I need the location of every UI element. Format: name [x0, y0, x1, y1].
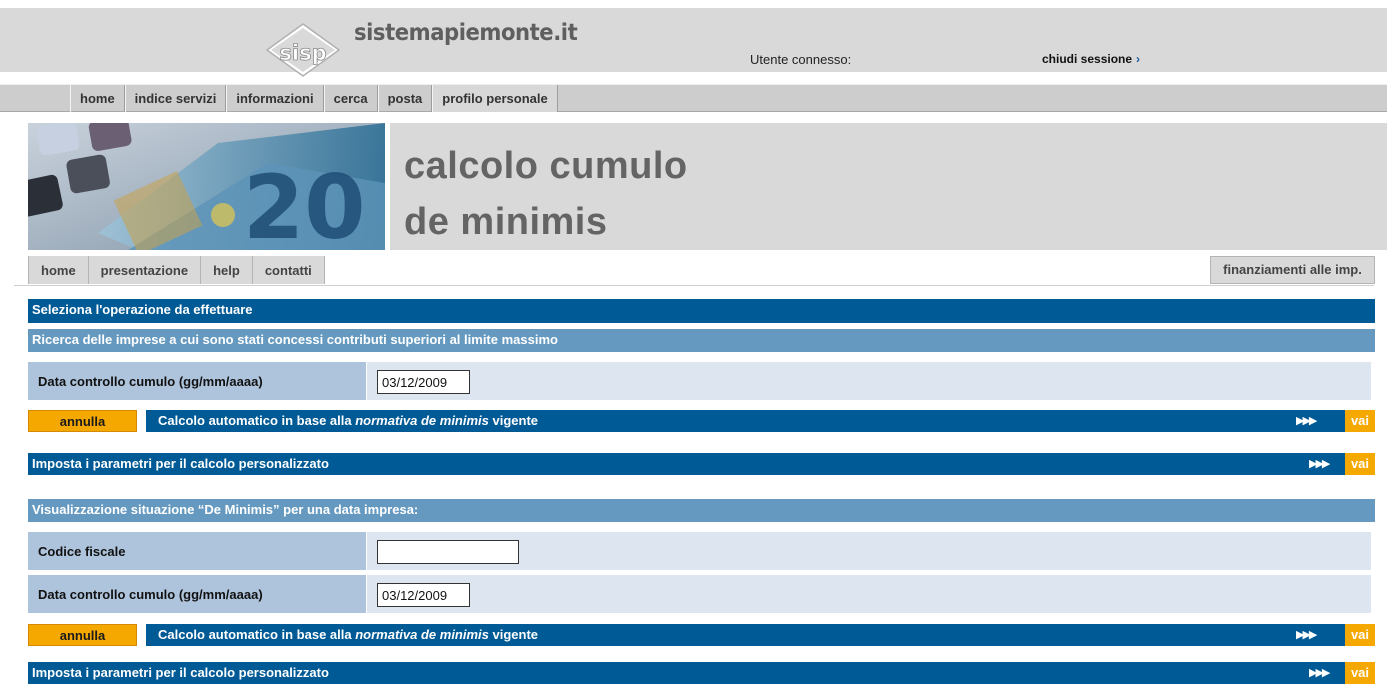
auto-calc-emphasis: normativa de minimis: [355, 627, 489, 642]
view-date-row: Data controllo cumulo (gg/mm/aaaa): [28, 575, 1371, 613]
divider: [14, 285, 1374, 286]
search-cancel-button[interactable]: annulla: [28, 410, 137, 432]
auto-calc-emphasis: normativa de minimis: [355, 413, 489, 428]
logo-text: sisp: [279, 41, 326, 65]
view-auto-calc-text: Calcolo automatico in base alla normativ…: [158, 627, 538, 642]
search-auto-calc-go-button[interactable]: vai: [1345, 410, 1375, 432]
section-header-text: Seleziona l'operazione da effettuare: [32, 302, 253, 317]
logout-label: chiudi sessione: [1042, 52, 1133, 66]
nav-informazioni[interactable]: informazioni: [226, 85, 324, 112]
view-auto-calc-go-button[interactable]: vai: [1345, 624, 1375, 646]
banknotes-calculator-illustration: 20: [28, 123, 385, 250]
view-auto-calc-bar[interactable]: Calcolo automatico in base alla normativ…: [146, 624, 1375, 646]
header-band: [0, 8, 1387, 72]
view-date-input[interactable]: [377, 583, 470, 607]
search-date-input[interactable]: [377, 370, 470, 394]
auto-calc-prefix: Calcolo automatico in base alla: [158, 627, 356, 642]
search-auto-calc-row: annulla Calcolo automatico in base alla …: [28, 410, 1375, 432]
page-title-line1: calcolo cumulo: [404, 145, 688, 187]
banner-image: 20: [28, 123, 385, 250]
view-custom-calc-bar[interactable]: Imposta i parametri per il calcolo perso…: [28, 662, 1345, 684]
search-custom-calc-row: Imposta i parametri per il calcolo perso…: [28, 453, 1375, 475]
nav-profilo-personale[interactable]: profilo personale: [432, 85, 558, 112]
auto-calc-suffix: vigente: [488, 413, 539, 428]
search-custom-calc-go-button[interactable]: vai: [1345, 453, 1375, 475]
search-date-row: Data controllo cumulo (gg/mm/aaaa): [28, 362, 1371, 400]
view-custom-calc-text: Imposta i parametri per il calcolo perso…: [32, 665, 329, 680]
search-custom-calc-text: Imposta i parametri per il calcolo perso…: [32, 456, 329, 471]
auto-calc-prefix: Calcolo automatico in base alla: [158, 413, 356, 428]
nav-posta[interactable]: posta: [377, 85, 433, 112]
service-nav-help[interactable]: help: [201, 256, 253, 284]
nav-cerca[interactable]: cerca: [323, 85, 378, 112]
search-date-label: Data controllo cumulo (gg/mm/aaaa): [38, 374, 263, 389]
search-auto-calc-bar[interactable]: Calcolo automatico in base alla normativ…: [146, 410, 1375, 432]
chevron-right-icon: ›: [1136, 52, 1141, 66]
search-block-title: Ricerca delle imprese a cui sono stati c…: [28, 329, 1375, 352]
triple-arrow-icon: ▶▶▶: [1309, 667, 1330, 679]
nav-indice-servizi[interactable]: indice servizi: [124, 85, 227, 112]
tax-code-label: Codice fiscale: [38, 544, 126, 559]
svg-text:20: 20: [243, 156, 365, 250]
tax-code-row: Codice fiscale: [28, 532, 1371, 570]
view-date-label: Data controllo cumulo (gg/mm/aaaa): [38, 587, 263, 602]
service-nav: home presentazione help contatti: [28, 256, 325, 284]
tax-code-input[interactable]: [377, 540, 519, 564]
nav-home[interactable]: home: [70, 85, 125, 112]
tax-code-label-cell: Codice fiscale: [28, 532, 367, 570]
logout-link[interactable]: chiudi sessione ›: [1042, 52, 1140, 66]
service-nav-presentazione[interactable]: presentazione: [89, 256, 202, 284]
view-block-title-text: Visualizzazione situazione “De Minimis” …: [32, 502, 419, 517]
search-block-title-text: Ricerca delle imprese a cui sono stati c…: [32, 332, 558, 347]
brand-name[interactable]: sistemapiemonte.it: [354, 20, 578, 46]
main-nav: home indice servizi informazioni cerca p…: [0, 84, 1387, 112]
auto-calc-suffix: vigente: [488, 627, 539, 642]
finanziamenti-link[interactable]: finanziamenti alle imp.: [1210, 256, 1375, 284]
triple-arrow-icon: ▶▶▶: [1296, 415, 1317, 427]
view-cancel-button[interactable]: annulla: [28, 624, 137, 646]
connected-user-label: Utente connesso:: [750, 52, 852, 67]
page-title-line2: de minimis: [404, 201, 608, 243]
view-custom-calc-go-button[interactable]: vai: [1345, 662, 1375, 684]
triple-arrow-icon: ▶▶▶: [1309, 458, 1330, 470]
service-nav-home[interactable]: home: [28, 256, 89, 284]
view-block-title: Visualizzazione situazione “De Minimis” …: [28, 499, 1375, 522]
view-date-label-cell: Data controllo cumulo (gg/mm/aaaa): [28, 575, 367, 613]
service-nav-contatti[interactable]: contatti: [253, 256, 325, 284]
view-custom-calc-row: Imposta i parametri per il calcolo perso…: [28, 662, 1375, 684]
triple-arrow-icon: ▶▶▶: [1296, 629, 1317, 641]
section-header: Seleziona l'operazione da effettuare: [28, 299, 1375, 323]
sisp-logo[interactable]: sisp: [265, 22, 341, 78]
search-auto-calc-text: Calcolo automatico in base alla normativ…: [158, 413, 538, 428]
banner-title: calcolo cumulo de minimis: [390, 123, 1387, 250]
site-header: sisp sistemapiemonte.it Utente connesso:…: [0, 0, 1387, 84]
search-custom-calc-bar[interactable]: Imposta i parametri per il calcolo perso…: [28, 453, 1345, 475]
search-date-label-cell: Data controllo cumulo (gg/mm/aaaa): [28, 362, 367, 400]
view-auto-calc-row: annulla Calcolo automatico in base alla …: [28, 624, 1375, 646]
